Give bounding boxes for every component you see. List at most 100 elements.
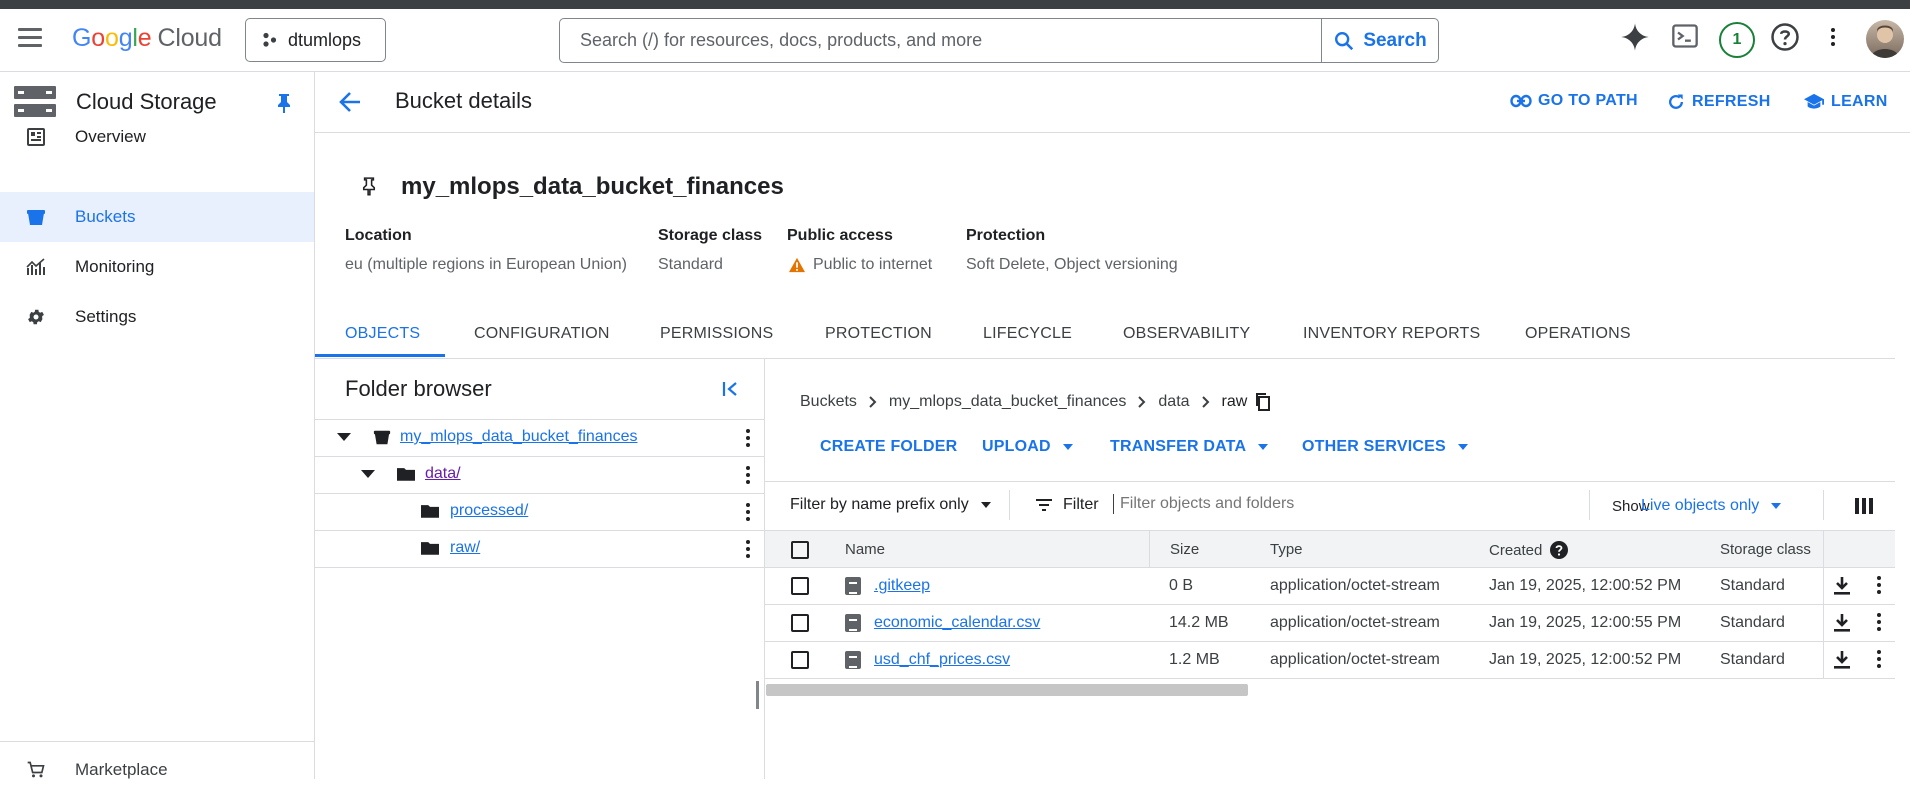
file-icon xyxy=(845,577,861,595)
object-type: application/octet-stream xyxy=(1270,614,1440,631)
cloud-shell-icon[interactable] xyxy=(1671,22,1699,50)
other-services-button[interactable]: OTHER SERVICES xyxy=(1302,438,1468,456)
columns-divider xyxy=(1823,490,1824,520)
sidebar-item-settings[interactable]: Settings xyxy=(0,292,314,342)
google-cloud-logo[interactable]: Google Cloud xyxy=(72,24,222,53)
folder-browser-title: Folder browser xyxy=(345,376,492,401)
tree-item-bucket-link[interactable]: my_mlops_data_bucket_finances xyxy=(400,428,637,446)
tab-permissions[interactable]: PERMISSIONS xyxy=(660,325,773,343)
col-created[interactable]: Created xyxy=(1489,541,1569,559)
project-picker-button[interactable]: dtumlops xyxy=(245,18,386,62)
filter-mode-select[interactable]: Filter by name prefix only xyxy=(790,496,991,514)
expand-arrow-icon[interactable] xyxy=(337,433,351,442)
sidebar-item-label: Buckets xyxy=(75,207,136,226)
sidebar-item-overview[interactable]: Overview xyxy=(0,112,314,162)
main-menu-icon[interactable] xyxy=(18,28,42,48)
row-checkbox[interactable] xyxy=(791,577,809,595)
col-size[interactable]: Size xyxy=(1170,541,1199,558)
storage-class-value: Standard xyxy=(658,256,723,273)
breadcrumb-data[interactable]: data xyxy=(1158,393,1189,411)
avatar[interactable] xyxy=(1866,20,1904,58)
horizontal-scrollbar[interactable] xyxy=(766,684,1248,696)
filter-icon xyxy=(1036,499,1052,511)
upload-button[interactable]: UPLOAD xyxy=(982,438,1073,456)
tree-item-menu-icon[interactable] xyxy=(746,540,750,561)
download-icon[interactable] xyxy=(1834,651,1850,669)
download-icon[interactable] xyxy=(1834,614,1850,632)
tab-protection[interactable]: PROTECTION xyxy=(825,325,932,343)
sidebar-item-monitoring[interactable]: Monitoring xyxy=(0,242,314,292)
learn-button[interactable]: LEARN xyxy=(1803,92,1888,112)
tree-item-menu-icon[interactable] xyxy=(746,503,750,524)
tree-row[interactable]: processed/ xyxy=(315,494,764,531)
gemini-icon[interactable] xyxy=(1620,22,1650,52)
go-to-path-label: GO TO PATH xyxy=(1538,92,1638,109)
live-objects-select[interactable]: Live objects only xyxy=(1641,497,1782,515)
learn-label: LEARN xyxy=(1831,93,1888,110)
bucket-icon xyxy=(25,206,47,228)
tree-item-processed-link[interactable]: processed/ xyxy=(450,502,528,520)
search-button[interactable]: Search xyxy=(1321,19,1438,62)
row-checkbox[interactable] xyxy=(791,651,809,669)
help-icon[interactable] xyxy=(1550,541,1569,559)
refresh-button[interactable]: REFRESH xyxy=(1666,92,1771,112)
tree-row[interactable]: data/ xyxy=(315,457,764,494)
public-access-label: Public access xyxy=(787,227,893,244)
col-type[interactable]: Type xyxy=(1270,541,1303,558)
search-input[interactable] xyxy=(560,19,1321,62)
object-name-link[interactable]: .gitkeep xyxy=(874,577,930,595)
tab-objects[interactable]: OBJECTS xyxy=(345,325,420,343)
tree-item-raw-link[interactable]: raw/ xyxy=(450,539,480,557)
go-to-path-button[interactable]: GO TO PATH xyxy=(1510,92,1638,110)
object-name-link[interactable]: usd_chf_prices.csv xyxy=(874,651,1010,669)
expand-arrow-icon[interactable] xyxy=(361,470,375,479)
tree-item-menu-icon[interactable] xyxy=(746,429,750,450)
chevron-right-icon xyxy=(1138,396,1146,408)
bucket-icon xyxy=(373,430,391,445)
tab-configuration[interactable]: CONFIGURATION xyxy=(474,325,610,343)
row-menu-icon[interactable] xyxy=(1877,613,1881,634)
tab-lifecycle[interactable]: LIFECYCLE xyxy=(983,325,1072,343)
cart-icon xyxy=(25,759,47,781)
filter-mode-label: Filter by name prefix only xyxy=(790,496,969,513)
tab-observability[interactable]: OBSERVABILITY xyxy=(1123,325,1250,343)
table-header: Name Size Type Created Storage class xyxy=(765,531,1895,568)
create-folder-button[interactable]: CREATE FOLDER xyxy=(820,438,957,456)
tab-inventory-reports[interactable]: INVENTORY REPORTS xyxy=(1303,325,1480,343)
col-storage-class[interactable]: Storage class xyxy=(1720,541,1811,558)
monitoring-icon xyxy=(25,256,47,278)
tree-row[interactable]: raw/ xyxy=(315,531,764,568)
table-row[interactable]: usd_chf_prices.csv 1.2 MB application/oc… xyxy=(765,642,1895,679)
copy-icon[interactable] xyxy=(1255,393,1271,411)
breadcrumb-bucket[interactable]: my_mlops_data_bucket_finances xyxy=(889,393,1126,411)
location-label: Location xyxy=(345,227,412,244)
select-all-checkbox[interactable] xyxy=(791,541,809,559)
panel-resize-handle[interactable] xyxy=(756,681,759,709)
tree-item-data-link[interactable]: data/ xyxy=(425,465,461,483)
table-row[interactable]: economic_calendar.csv 14.2 MB applicatio… xyxy=(765,605,1895,642)
collapse-panel-icon[interactable] xyxy=(722,380,740,403)
protection-value: Soft Delete, Object versioning xyxy=(966,256,1178,273)
sidebar-item-buckets[interactable]: Buckets xyxy=(0,192,314,242)
sidebar-item-marketplace[interactable]: Marketplace xyxy=(0,742,314,798)
notifications-badge[interactable]: 1 xyxy=(1719,22,1755,58)
filter-input[interactable] xyxy=(1113,494,1542,514)
row-menu-icon[interactable] xyxy=(1877,650,1881,671)
back-arrow-icon[interactable] xyxy=(338,91,362,118)
row-menu-icon[interactable] xyxy=(1877,576,1881,597)
object-storage-class: Standard xyxy=(1720,651,1785,668)
column-display-icon[interactable] xyxy=(1855,498,1873,514)
row-checkbox[interactable] xyxy=(791,614,809,632)
transfer-data-button[interactable]: TRANSFER DATA xyxy=(1110,438,1269,456)
download-icon[interactable] xyxy=(1834,577,1850,595)
tree-row[interactable]: my_mlops_data_bucket_finances xyxy=(315,420,764,457)
bucket-pin-icon[interactable] xyxy=(362,176,376,201)
object-name-link[interactable]: economic_calendar.csv xyxy=(874,614,1040,632)
table-row[interactable]: .gitkeep 0 B application/octet-stream Ja… xyxy=(765,568,1895,605)
breadcrumb-buckets[interactable]: Buckets xyxy=(800,393,857,411)
tree-item-menu-icon[interactable] xyxy=(746,466,750,487)
more-options-icon[interactable] xyxy=(1831,28,1835,49)
tab-operations[interactable]: OPERATIONS xyxy=(1525,325,1631,343)
col-name[interactable]: Name xyxy=(845,541,885,558)
help-icon[interactable] xyxy=(1770,22,1800,52)
